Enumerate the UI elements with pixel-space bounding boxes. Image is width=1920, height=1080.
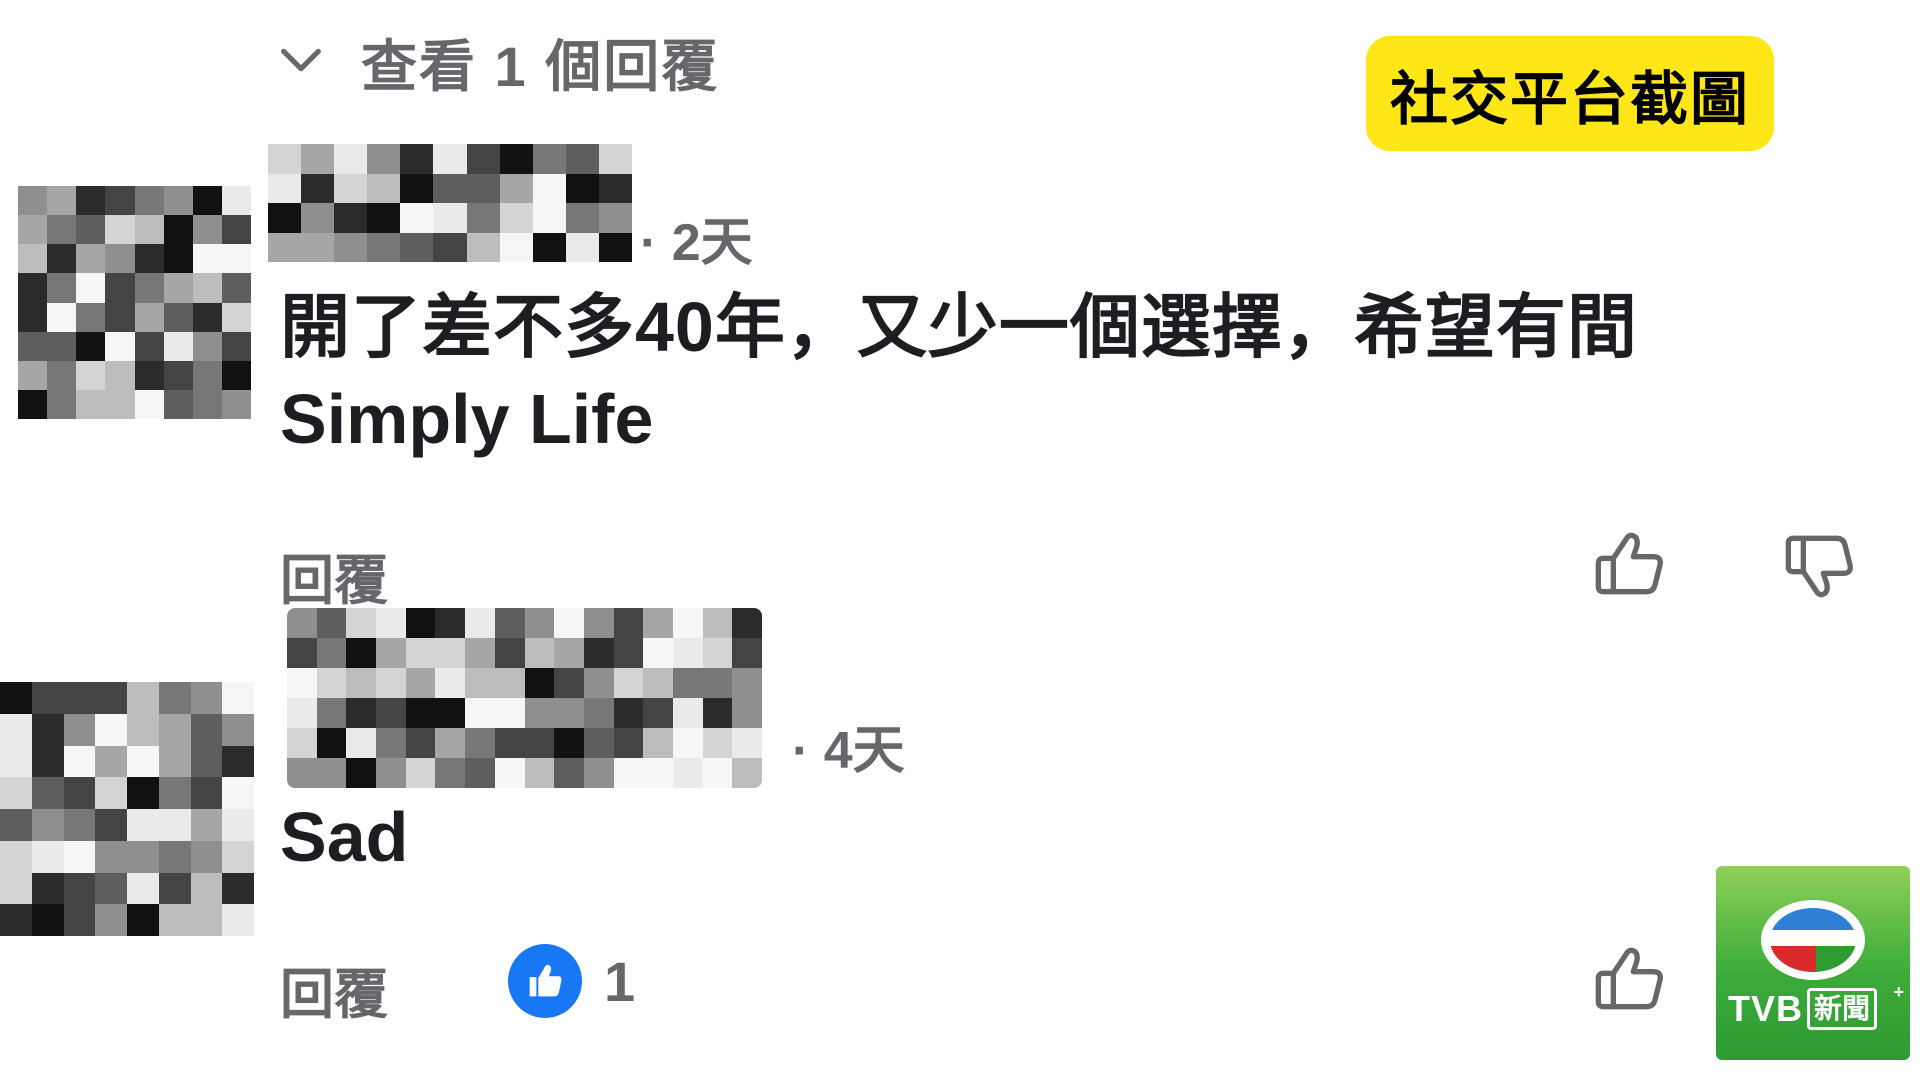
thumbs-up-icon[interactable] (1590, 940, 1670, 1020)
comment-text: Sad (280, 798, 409, 876)
tvb-news-wordmark: TVB 新聞 (1728, 988, 1878, 1030)
avatar[interactable] (0, 682, 254, 936)
thumbs-down-icon[interactable] (1780, 525, 1860, 605)
tvb-news-logo: TVB 新聞 + (1716, 866, 1910, 1060)
comment-timestamp: · 4天 (792, 722, 905, 780)
chevron-down-icon (275, 34, 327, 91)
view-replies-button[interactable]: 查看 1 個回覆 (275, 22, 719, 103)
reply-button[interactable]: 回覆 (280, 950, 388, 1029)
commenter-name-pixelated[interactable] (287, 608, 762, 788)
thumbs-up-icon[interactable] (1590, 525, 1670, 605)
comment-text: 開了差不多40年，又少一個選擇，希望有間 (280, 288, 1638, 366)
reaction-count: 1 (604, 949, 636, 1013)
tvb-globe-icon (1761, 900, 1865, 980)
like-reaction-icon (508, 944, 582, 1018)
avatar[interactable] (18, 186, 251, 419)
reaction-summary[interactable]: 1 (508, 944, 635, 1018)
view-replies-label: 查看 1 個回覆 (361, 35, 720, 98)
commenter-name-pixelated[interactable] (268, 144, 632, 262)
comment-timestamp: · 2天 (640, 214, 753, 272)
social-platform-screenshot-badge: 社交平台截圖 (1366, 36, 1774, 151)
reply-button[interactable]: 回覆 (280, 536, 388, 615)
comment-text-continued: Simply Life (280, 380, 654, 458)
